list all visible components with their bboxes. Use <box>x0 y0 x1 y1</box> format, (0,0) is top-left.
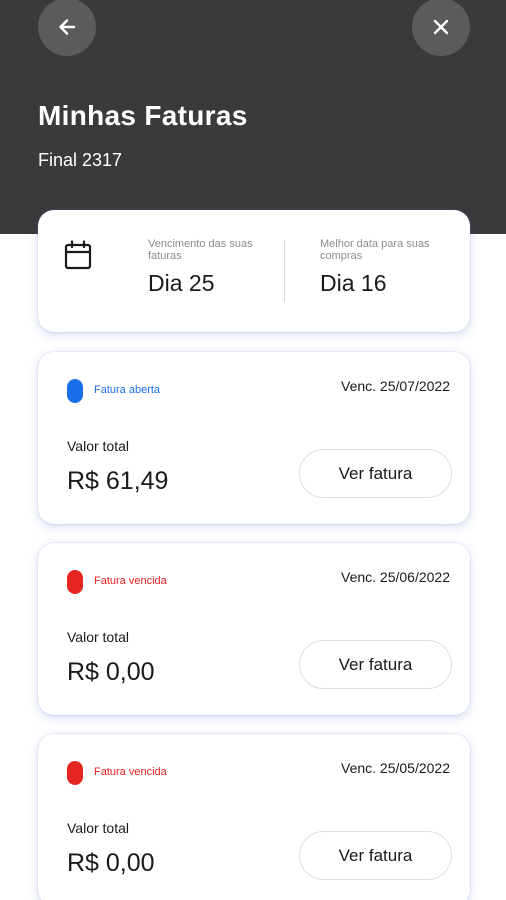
due-date-label: Vencimento das suas faturas <box>148 238 253 262</box>
invoices-screen: Minhas Faturas Final 2317 Vencimento das… <box>0 0 506 900</box>
invoice-card: Fatura vencida Venc. 25/06/2022 Valor to… <box>38 543 470 715</box>
page-title: Minhas Faturas <box>38 100 248 131</box>
invoice-card: Fatura vencida Venc. 25/05/2022 Valor to… <box>38 734 470 900</box>
invoice-amount: R$ 0,00 <box>67 849 155 877</box>
best-purchase-date-info: Melhor data para suas compras Dia 16 <box>320 238 430 297</box>
invoice-status: Fatura vencida <box>94 575 167 587</box>
close-button[interactable] <box>412 0 470 56</box>
view-invoice-button[interactable]: Ver fatura <box>299 449 452 498</box>
due-date-value: Dia 25 <box>148 270 215 296</box>
invoice-amount: R$ 0,00 <box>67 658 155 686</box>
back-button[interactable] <box>38 0 96 56</box>
arrow-left-icon <box>59 19 76 35</box>
invoice-status: Fatura aberta <box>94 384 161 396</box>
total-label: Valor total <box>67 629 129 645</box>
card-final-number: Final 2317 <box>38 150 123 170</box>
divider <box>284 240 285 302</box>
invoice-status: Fatura vencida <box>94 766 167 778</box>
invoice-amount: R$ 61,49 <box>67 467 169 495</box>
status-indicator <box>67 570 83 594</box>
status-indicator <box>67 761 83 785</box>
status-indicator <box>67 379 83 403</box>
view-invoice-button[interactable]: Ver fatura <box>299 831 452 880</box>
invoice-due-date: Venc. 25/06/2022 <box>341 569 450 585</box>
best-purchase-date-label: Melhor data para suas compras <box>320 238 430 262</box>
total-label: Valor total <box>67 820 129 836</box>
header: Minhas Faturas Final 2317 <box>0 0 506 234</box>
total-label: Valor total <box>67 438 129 454</box>
invoice-due-date: Venc. 25/07/2022 <box>341 378 450 394</box>
close-icon <box>433 19 449 35</box>
invoice-card: Fatura aberta Venc. 25/07/2022 Valor tot… <box>38 352 470 524</box>
calendar-icon <box>64 240 92 270</box>
view-invoice-button[interactable]: Ver fatura <box>299 640 452 689</box>
invoice-due-date: Venc. 25/05/2022 <box>341 760 450 776</box>
best-purchase-date-value: Dia 16 <box>320 270 387 296</box>
billing-summary-card: Vencimento das suas faturas Dia 25 Melho… <box>38 210 470 332</box>
due-date-info: Vencimento das suas faturas Dia 25 <box>148 238 258 297</box>
